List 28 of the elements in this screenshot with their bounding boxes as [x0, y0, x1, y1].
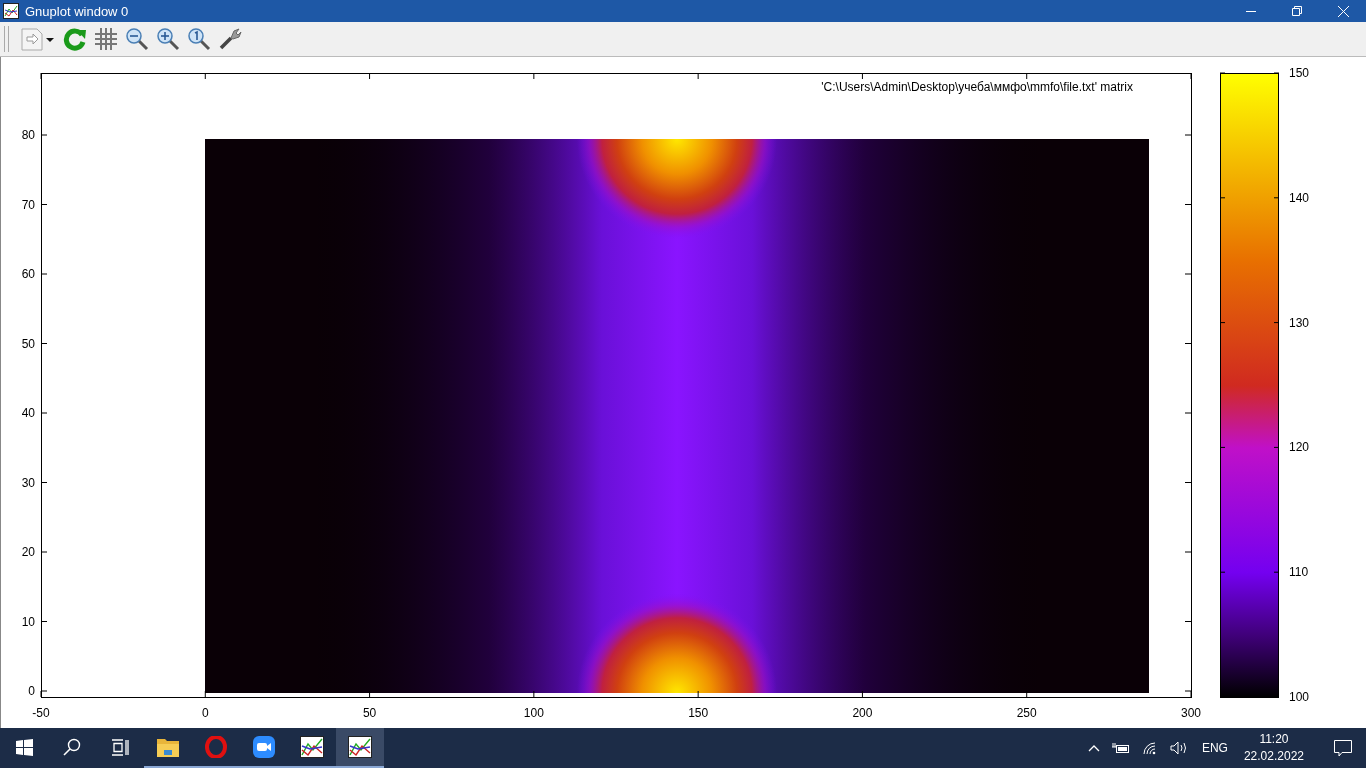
- window-title: Gnuplot window 0: [25, 3, 129, 19]
- y-tick-label: 40: [21, 406, 35, 420]
- x-tick-label: 300: [1181, 706, 1201, 720]
- x-tick-label: 0: [201, 706, 209, 720]
- language-indicator[interactable]: ENG: [1201, 741, 1228, 755]
- plot-legend: 'C:\Users\Admin\Desktop\учеба\ммфо\mmfo\file.txt' matrix: [821, 80, 1133, 94]
- color-scale-label: 140: [1289, 190, 1310, 205]
- y-tick-label: 70: [21, 197, 35, 212]
- x-tick-label: 50: [362, 706, 377, 720]
- x-tick-label: 100: [523, 706, 544, 720]
- color-scale-label: 100: [1289, 690, 1310, 704]
- y-tick-label: 20: [21, 545, 35, 559]
- y-tick-label: 10: [21, 614, 35, 629]
- color-scale-label: 150: [1289, 66, 1310, 80]
- x-tick-label: 250: [1016, 706, 1037, 720]
- y-tick-label: 60: [21, 267, 35, 281]
- y-tick-label: 50: [21, 336, 35, 351]
- clock-date: 22.02.2022: [1243, 748, 1304, 765]
- color-scale-label: 110: [1289, 565, 1309, 580]
- x-tick-label: -50: [32, 706, 50, 720]
- y-tick-label: 80: [21, 128, 35, 142]
- color-scale-label: 120: [1289, 440, 1310, 455]
- clock-time: 11:20: [1259, 731, 1289, 748]
- x-tick-label: 150: [688, 706, 709, 720]
- x-tick-label: 200: [852, 706, 873, 720]
- color-scale-label: 130: [1289, 315, 1310, 330]
- y-tick-label: 0: [28, 684, 35, 698]
- y-tick-label: 30: [21, 475, 35, 490]
